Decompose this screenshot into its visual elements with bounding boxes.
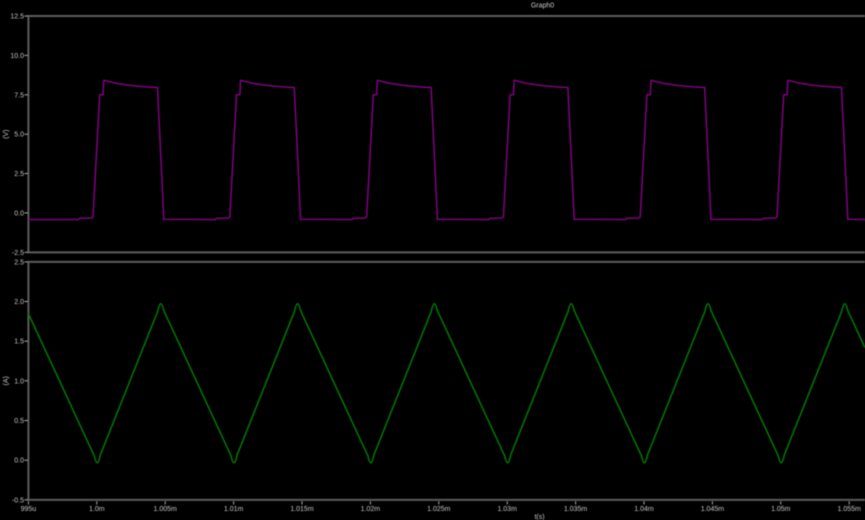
svg-text:5.0: 5.0	[14, 132, 24, 139]
svg-text:(A): (A)	[3, 376, 10, 385]
svg-text:1.0m: 1.0m	[89, 506, 105, 513]
svg-text:0.0: 0.0	[14, 210, 24, 217]
svg-text:(V): (V)	[3, 130, 10, 139]
svg-text:1.03m: 1.03m	[497, 506, 517, 513]
svg-text:0.0: 0.0	[14, 458, 24, 465]
svg-text:1.005m: 1.005m	[154, 506, 178, 513]
svg-text:1.04m: 1.04m	[634, 506, 654, 513]
svg-text:t(s): t(s)	[534, 514, 544, 520]
svg-text:0.5: 0.5	[14, 418, 24, 425]
svg-text:1.025m: 1.025m	[427, 506, 451, 513]
svg-text:1.035m: 1.035m	[564, 506, 588, 513]
svg-text:1.045m: 1.045m	[701, 506, 725, 513]
svg-text:-0.5: -0.5	[12, 497, 24, 504]
svg-text:-2.5: -2.5	[12, 250, 24, 257]
svg-text:12.5: 12.5	[10, 14, 24, 21]
svg-text:1.01m: 1.01m	[224, 506, 244, 513]
svg-text:2.5: 2.5	[14, 171, 24, 178]
svg-text:1.0: 1.0	[14, 378, 24, 385]
svg-text:1.055m: 1.055m	[838, 506, 862, 513]
svg-text:1.05m: 1.05m	[771, 506, 791, 513]
svg-text:1.5: 1.5	[14, 339, 24, 346]
svg-text:2.0: 2.0	[14, 299, 24, 306]
svg-text:1.015m: 1.015m	[290, 506, 314, 513]
svg-text:10.0: 10.0	[10, 53, 24, 60]
svg-text:2.5: 2.5	[14, 259, 24, 266]
svg-text:995u: 995u	[21, 506, 37, 513]
svg-text:Graph0: Graph0	[531, 3, 554, 10]
svg-text:1.02m: 1.02m	[361, 506, 381, 513]
svg-text:7.5: 7.5	[14, 92, 24, 99]
